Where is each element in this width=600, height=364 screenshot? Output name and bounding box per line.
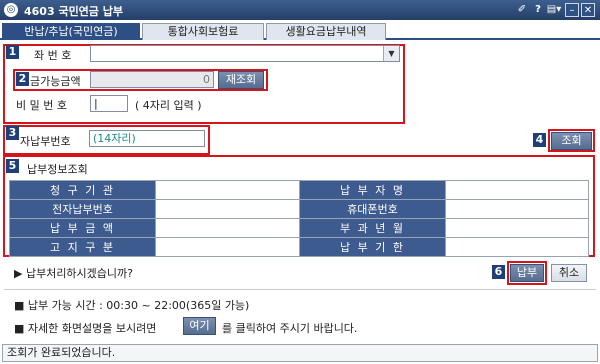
header-due-date: 납 부 기 한 <box>299 237 446 257</box>
table-row: 고 지 구 분 납 부 기 한 <box>9 237 589 257</box>
account-select[interactable] <box>90 45 400 62</box>
tab-social-insurance[interactable]: 통합사회보험료 <box>142 23 264 40</box>
lookup-button[interactable]: 조회 <box>551 132 592 150</box>
tab-bar: 반납/추납(국민연금) 통합사회보험료 생활요금납부내역 <box>0 21 600 40</box>
table-row: 전자납부번호 휴대폰번호 <box>9 199 589 219</box>
value-claim-agency <box>155 180 300 200</box>
value-notice-type <box>155 237 300 257</box>
payment-hours-note: ■ 납부 가능 시간 : 00:30 ~ 22:00(365일 가능) <box>14 299 250 312</box>
account-label: 좌 번 호 <box>34 49 72 62</box>
marker-2: 2 <box>16 72 29 86</box>
password-hint: ( 4자리 입력 ) <box>135 99 202 112</box>
pay-button[interactable]: 납부 <box>510 264 544 282</box>
confirm-question: ▶ 납부처리하시겠습니까? <box>14 267 133 280</box>
value-payer-name <box>445 180 589 200</box>
marker-6: 6 <box>492 265 505 279</box>
value-epay-number <box>155 199 300 219</box>
available-amount-field: 0 <box>90 71 214 88</box>
value-levy-month <box>445 218 589 238</box>
help-note-prefix: ■ 자세한 화면설명을 보시려면 <box>14 322 157 335</box>
password-label: 비 밀 번 호 <box>16 99 67 112</box>
marker-3: 3 <box>6 126 19 140</box>
payment-info-table: 청 구 기 관 납 부 자 명 전자납부번호 휴대폰번호 납 부 금 액 부 과… <box>9 180 589 257</box>
header-epay-number: 전자납부번호 <box>9 199 156 219</box>
header-payer-name: 납 부 자 명 <box>299 180 446 200</box>
header-levy-month: 부 과 년 월 <box>299 218 446 238</box>
pin-icon[interactable]: ✐ <box>515 3 529 17</box>
value-mobile-number <box>445 199 589 219</box>
header-notice-type: 고 지 구 분 <box>9 237 156 257</box>
epay-number-input[interactable]: (14자리) <box>89 130 205 147</box>
cancel-button[interactable]: 취소 <box>551 264 587 282</box>
table-row: 납 부 금 액 부 과 년 월 <box>9 218 589 238</box>
marker-1: 1 <box>6 45 19 59</box>
chevron-down-icon[interactable]: ▼ <box>383 46 399 61</box>
epay-number-label: 자납부번호 <box>20 135 71 148</box>
help-icon[interactable]: ? <box>531 3 545 17</box>
marker-4: 4 <box>533 133 546 147</box>
close-icon[interactable]: ✕ <box>581 3 595 17</box>
value-payment-amount <box>155 218 300 238</box>
value-due-date <box>445 237 589 257</box>
marker-5: 5 <box>6 159 19 173</box>
tab-return-payment[interactable]: 반납/추납(국민연금) <box>2 23 140 40</box>
window-title: 4603 국민연금 납부 <box>24 5 123 18</box>
password-input[interactable]: | <box>90 95 128 112</box>
header-payment-amount: 납 부 금 액 <box>9 218 156 238</box>
available-amount-label: 금가능금액 <box>30 75 81 88</box>
menu-icon[interactable]: ▤▾ <box>546 3 562 17</box>
minimize-icon[interactable]: – <box>565 3 579 17</box>
help-link-button[interactable]: 여기 <box>183 317 216 335</box>
status-bar: 조회가 완료되었습니다. <box>2 344 598 362</box>
reinquire-button[interactable]: 재조회 <box>218 71 264 89</box>
table-row: 청 구 기 관 납 부 자 명 <box>9 180 589 200</box>
payment-info-title: 납부정보조회 <box>27 163 88 176</box>
header-claim-agency: 청 구 기 관 <box>9 180 156 200</box>
divider <box>4 289 596 290</box>
app-logo-icon: ◎ <box>4 3 18 17</box>
title-bar: ◎ 4603 국민연금 납부 ✐ ? ▤▾ – ✕ <box>0 0 600 20</box>
header-mobile-number: 휴대폰번호 <box>299 199 446 219</box>
tab-utility-history[interactable]: 생활요금납부내역 <box>266 23 386 40</box>
help-note-suffix: 를 클릭하여 주시기 바랍니다. <box>222 322 358 335</box>
